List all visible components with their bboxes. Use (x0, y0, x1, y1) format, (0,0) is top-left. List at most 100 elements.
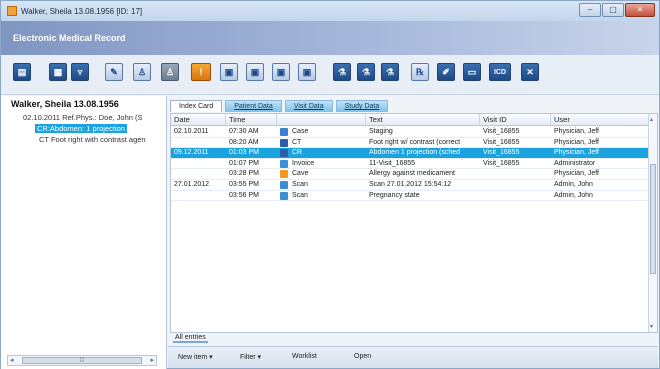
cr-icon (280, 149, 288, 158)
scan-icon (280, 191, 288, 200)
icd-icon[interactable]: ICD (489, 63, 511, 81)
patient-tree-pane: Walker, Sheila 13.08.1956 02.10.2011 Ref… (1, 96, 167, 369)
cell-time: 08:20 AM (229, 138, 259, 146)
filter-button[interactable]: Filter ▾ (240, 353, 261, 361)
cell-date (171, 169, 226, 179)
app-banner: Electronic Medical Record (1, 21, 659, 55)
document-copy-icon[interactable]: ▣ (272, 63, 290, 81)
table-row[interactable]: 03:28 PM Cave Allergy against medicament Ph… (171, 169, 649, 180)
tree-item-visit[interactable]: 02.10.2011 Ref.Phys.: Doe, John (S (23, 113, 143, 122)
close-record-icon[interactable]: ✕ (521, 63, 539, 81)
window-title: Walker, Sheila 13.08.1956 [ID: 17] (21, 6, 143, 16)
minimize-button[interactable]: – (579, 3, 601, 17)
action-bar: New item ▾ Filter ▾ Worklist Open (168, 346, 658, 368)
column-header-time[interactable]: Time (226, 114, 277, 126)
cell-visit: Visit_16855 (483, 138, 520, 146)
open-button[interactable]: Open (354, 353, 371, 360)
calendar-icon[interactable]: ▦ (49, 63, 67, 81)
column-header-text[interactable]: Text (366, 114, 480, 126)
person-remove-icon[interactable]: ♙ (161, 63, 179, 81)
tab-patient-data[interactable]: Patient Data (225, 100, 282, 112)
cell-time: 01:03 PM (229, 149, 259, 157)
lab-icon[interactable]: ⚗ (333, 63, 351, 81)
scroll-right-icon[interactable]: ▸ (150, 356, 154, 364)
tab-index-card[interactable]: Index Card (170, 100, 223, 112)
scroll-thumb[interactable]: ⁞⁞⁞ (22, 357, 142, 364)
patient-record-icon[interactable]: ▤ (13, 63, 31, 81)
column-header-visit-id[interactable]: Visit ID (480, 114, 551, 126)
cell-text: Staging (369, 128, 393, 135)
tree-item-cr-abdomen[interactable]: CR:Abdomen: 1 projection (35, 124, 127, 133)
cell-type: Scan (292, 191, 308, 199)
app-title: Electronic Medical Record (13, 33, 126, 43)
cell-text: Foot right w/ contrast (correct (369, 138, 461, 146)
record-tabs: Index Card Patient Data Visit Data Study… (170, 100, 389, 113)
cell-text: Scan 27.01.2012 15:54:12 (369, 181, 452, 188)
person-add-icon[interactable]: ♙ (133, 63, 151, 81)
cave-icon (280, 170, 288, 179)
lab-results-icon[interactable]: ⚗ (357, 63, 375, 81)
tab-visit-data[interactable]: Visit Data (284, 100, 333, 112)
scroll-up-icon[interactable]: ▴ (650, 116, 653, 123)
title-bar[interactable]: Walker, Sheila 13.08.1956 [ID: 17] – ▢ ✕ (1, 1, 659, 21)
scroll-down-icon[interactable]: ▾ (650, 323, 653, 330)
maximize-button[interactable]: ▢ (602, 3, 624, 17)
filter-label: Filter (240, 354, 256, 361)
cell-visit (480, 180, 551, 190)
chevron-down-icon: ▾ (257, 354, 262, 361)
new-item-button[interactable]: New item ▾ (178, 353, 213, 361)
ct-icon (280, 138, 288, 147)
table-row[interactable]: 08:20 AM CT Foot right w/ contrast (correc… (171, 138, 649, 149)
tree-item-ct-foot[interactable]: CT Foot right with contrast agen (39, 135, 146, 144)
table-row[interactable]: 03:56 PM Scan Pregnancy state Admin, John (171, 191, 649, 202)
cell-user: Admin, John (554, 181, 593, 188)
tab-all-entries[interactable]: All entries (173, 334, 208, 343)
cell-text: Abdomen 1 projection (sched (369, 149, 461, 157)
close-button[interactable]: ✕ (625, 3, 655, 17)
cell-user: Physician, Jeff (554, 138, 600, 146)
application-window: Walker, Sheila 13.08.1956 [ID: 17] – ▢ ✕… (0, 0, 660, 369)
cell-user: Physician, Jeff (554, 170, 600, 178)
column-header-date[interactable]: Date (171, 114, 226, 126)
document-import-icon[interactable]: ▣ (298, 63, 316, 81)
table-row[interactable]: 27.01.2012 03:55 PM Scan Scan 27.01.2012 15… (171, 180, 649, 191)
document-icon[interactable]: ▣ (220, 63, 238, 81)
cell-user: Administrator (554, 159, 596, 167)
vertical-scroll-thumb[interactable] (650, 164, 656, 274)
scroll-left-icon[interactable]: ◂ (10, 356, 14, 364)
pen-icon[interactable]: ✐ (437, 63, 455, 81)
cell-time: 01:07 PM (229, 159, 259, 167)
new-item-label: New item (178, 354, 208, 361)
table-row[interactable]: 09.12.2011 01:03 PM CR Abdomen 1 projection… (171, 148, 649, 159)
column-header-type[interactable] (277, 114, 366, 126)
table-row[interactable]: 01:07 PM Invoice 11-Visit_16855 Visit_16855… (171, 159, 649, 170)
lab-order-icon[interactable]: ⚗ (381, 63, 399, 81)
case-icon (280, 128, 288, 136)
cell-text: Pregnancy state (369, 191, 420, 199)
grid-header: Date Time Text Visit ID User (171, 114, 649, 126)
cell-type: Cave (292, 170, 309, 178)
cell-time: 03:56 PM (229, 191, 259, 199)
horizontal-scrollbar[interactable]: ◂ ⁞⁞⁞ ▸ (7, 355, 157, 366)
prescription-icon[interactable]: ℞ (411, 63, 429, 81)
cell-type: Invoice (292, 159, 315, 167)
tab-study-data[interactable]: Study Data (335, 100, 389, 112)
invoice-icon (280, 159, 288, 168)
cell-time: 03:28 PM (229, 170, 259, 178)
document-edit-icon[interactable]: ▣ (246, 63, 264, 81)
column-header-user[interactable]: User (551, 114, 649, 126)
table-row[interactable]: 02.10.2011 07:30 AM Case Staging Visit_16855… (171, 127, 649, 138)
scan-icon (280, 181, 288, 189)
inbox-icon[interactable]: ▿ (71, 63, 89, 81)
cell-type: CT (292, 138, 302, 146)
cell-type: Case (292, 128, 309, 135)
cell-time: 03:55 PM (229, 181, 259, 188)
main-toolbar: ▤ ▦ ▿ ✎ ♙ ♙ ! ▣ ▣ ▣ ▣ ⚗ ⚗ ⚗ ℞ ✐ ▭ ICD ✕ (1, 55, 659, 95)
worklist-button[interactable]: Worklist (292, 353, 317, 360)
form-icon[interactable]: ▭ (463, 63, 481, 81)
warning-icon[interactable]: ! (191, 63, 211, 81)
tools-icon[interactable]: ✎ (105, 63, 123, 81)
cell-time: 07:30 AM (229, 128, 259, 135)
app-icon (7, 6, 17, 16)
vertical-scrollbar[interactable]: ▴ ▾ (648, 114, 657, 332)
